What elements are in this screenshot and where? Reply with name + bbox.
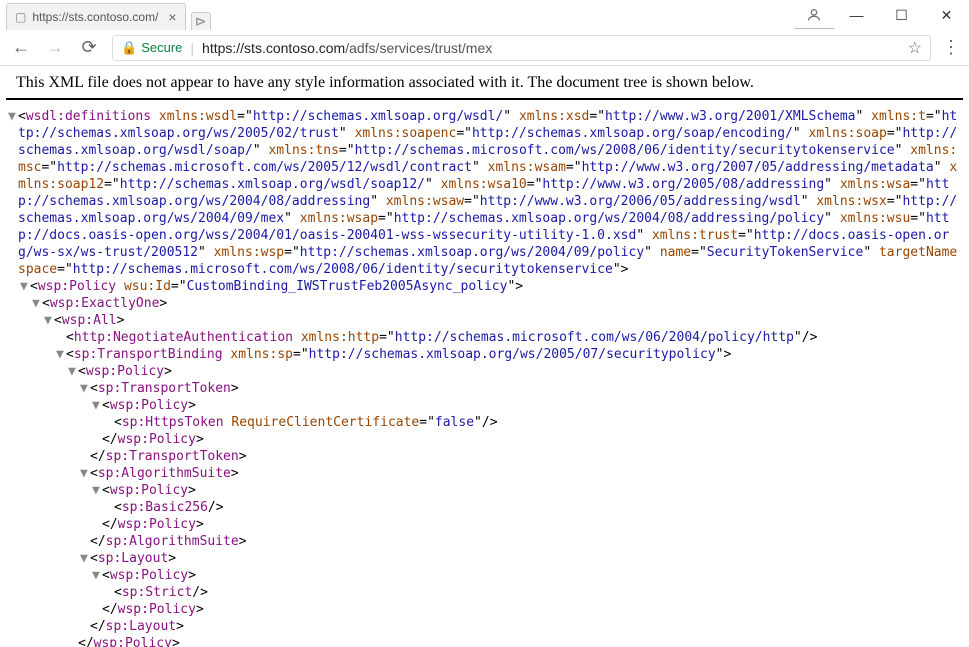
expand-caret-icon[interactable]: ▼ xyxy=(80,465,90,482)
expand-caret-icon[interactable]: ▼ xyxy=(32,295,42,312)
expand-caret-icon[interactable]: ▼ xyxy=(56,346,66,363)
xml-node[interactable]: </sp:TransportToken> xyxy=(8,448,961,465)
xml-node[interactable]: ▼<wsp:Policy> xyxy=(8,567,961,584)
xml-node[interactable]: ▼<wsp:All> xyxy=(8,312,961,329)
xml-tree: ▼<wsdl:definitions xmlns:wsdl="http://sc… xyxy=(0,108,969,647)
tab-favicon: ▢ xyxy=(15,10,26,24)
xml-banner: This XML file does not appear to have an… xyxy=(6,66,963,100)
xml-node[interactable]: <http:NegotiateAuthentication xmlns:http… xyxy=(8,329,961,346)
xml-node[interactable]: ▼<sp:TransportBinding xmlns:sp="http://s… xyxy=(8,346,961,363)
url-path: /adfs/services/trust/mex xyxy=(345,40,492,56)
xml-node[interactable]: ▼<wsp:Policy wsu:Id="CustomBinding_IWSTr… xyxy=(8,278,961,295)
xml-node[interactable]: </wsp:Policy> xyxy=(8,431,961,448)
expand-caret-icon[interactable]: ▼ xyxy=(92,397,102,414)
tab-title: https://sts.contoso.com/ xyxy=(32,10,158,24)
bookmark-star-icon[interactable]: ☆ xyxy=(908,38,922,58)
new-tab-button[interactable]: ⊳ xyxy=(191,12,211,30)
window-controls: — ☐ ✕ xyxy=(794,0,969,30)
reload-button[interactable]: ⟳ xyxy=(74,33,104,63)
xml-node[interactable]: </wsp:Policy> xyxy=(8,635,961,647)
security-indicator[interactable]: 🔒 Secure xyxy=(121,40,182,56)
expand-caret-icon[interactable]: ▼ xyxy=(44,312,54,329)
close-window-button[interactable]: ✕ xyxy=(924,1,969,29)
xml-node[interactable]: ▼<sp:TransportToken> xyxy=(8,380,961,397)
forward-button[interactable]: → xyxy=(40,33,70,63)
tab-close-button[interactable]: × xyxy=(168,9,176,25)
xml-node[interactable]: </sp:Layout> xyxy=(8,618,961,635)
url-host: https://sts.contoso.com xyxy=(202,40,345,56)
url-text: https://sts.contoso.com/adfs/services/tr… xyxy=(202,40,492,56)
xml-node[interactable]: ▼<sp:AlgorithmSuite> xyxy=(8,465,961,482)
xml-node[interactable]: ▼<wsp:Policy> xyxy=(8,363,961,380)
browser-toolbar: ← → ⟳ 🔒 Secure | https://sts.contoso.com… xyxy=(0,30,969,66)
back-button[interactable]: ← xyxy=(6,33,36,63)
tab-strip: ▢ https://sts.contoso.com/ × ⊳ xyxy=(0,0,211,30)
expand-caret-icon[interactable]: ▼ xyxy=(92,567,102,584)
xml-node[interactable]: </sp:AlgorithmSuite> xyxy=(8,533,961,550)
browser-tab[interactable]: ▢ https://sts.contoso.com/ × xyxy=(6,3,186,30)
xml-node[interactable]: </wsp:Policy> xyxy=(8,601,961,618)
expand-caret-icon[interactable]: ▼ xyxy=(80,550,90,567)
xml-node[interactable]: ▼<sp:Layout> xyxy=(8,550,961,567)
browser-menu-button[interactable]: ⋮ xyxy=(939,37,963,58)
address-bar[interactable]: 🔒 Secure | https://sts.contoso.com/adfs/… xyxy=(112,35,931,61)
profile-icon[interactable] xyxy=(794,1,834,29)
expand-caret-icon[interactable]: ▼ xyxy=(92,482,102,499)
xml-node[interactable]: ▼<wsp:Policy> xyxy=(8,482,961,499)
xml-node[interactable]: <sp:Strict/> xyxy=(8,584,961,601)
xml-node[interactable]: ▼<wsp:Policy> xyxy=(8,397,961,414)
expand-caret-icon[interactable]: ▼ xyxy=(20,278,30,295)
url-separator: | xyxy=(190,40,194,56)
lock-icon: 🔒 xyxy=(121,40,137,56)
expand-caret-icon[interactable]: ▼ xyxy=(80,380,90,397)
xml-node[interactable]: <sp:HttpsToken RequireClientCertificate=… xyxy=(8,414,961,431)
xml-node[interactable]: ▼<wsp:ExactlyOne> xyxy=(8,295,961,312)
maximize-button[interactable]: ☐ xyxy=(879,1,924,29)
xml-node[interactable]: <sp:Basic256/> xyxy=(8,499,961,516)
window-titlebar: ▢ https://sts.contoso.com/ × ⊳ — ☐ ✕ xyxy=(0,0,969,30)
page-viewport[interactable]: This XML file does not appear to have an… xyxy=(0,66,969,647)
xml-node[interactable]: </wsp:Policy> xyxy=(8,516,961,533)
minimize-button[interactable]: — xyxy=(834,1,879,29)
expand-caret-icon[interactable]: ▼ xyxy=(8,108,18,125)
expand-caret-icon[interactable]: ▼ xyxy=(68,363,78,380)
secure-label: Secure xyxy=(141,40,182,55)
xml-node[interactable]: ▼<wsdl:definitions xmlns:wsdl="http://sc… xyxy=(8,108,961,278)
